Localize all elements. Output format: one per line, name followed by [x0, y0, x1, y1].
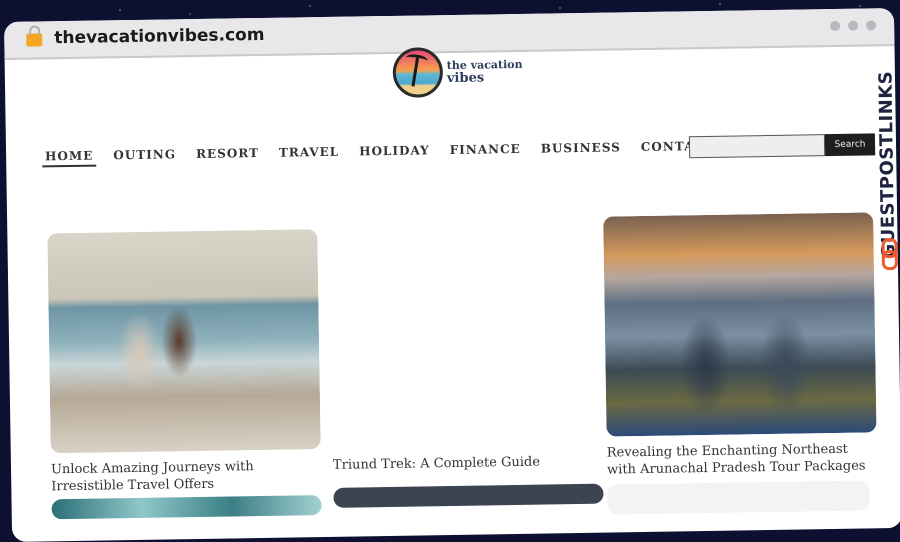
nav-outing[interactable]: OUTING [110, 147, 179, 166]
palm-beach-logo-icon [392, 47, 444, 98]
window-dot-icon[interactable] [848, 20, 859, 31]
search-input[interactable] [688, 134, 826, 159]
lock-icon [26, 33, 43, 47]
window-dot-icon[interactable] [830, 20, 841, 32]
logo-text-line2: vibes [446, 70, 485, 87]
nav-travel[interactable]: TRAVEL [276, 145, 343, 164]
post-title[interactable]: Revealing the Enchanting Northeast with … [607, 440, 880, 478]
post-image-placeholder [607, 480, 870, 515]
site-logo[interactable]: the vacation vibes [392, 46, 523, 98]
post-card[interactable]: Revealing the Enchanting Northeast with … [603, 212, 880, 515]
post-title[interactable]: Triund Trek: A Complete Guide [333, 453, 593, 474]
nav-home[interactable]: HOME [42, 148, 97, 168]
window-dot-icon[interactable] [866, 20, 877, 31]
nav-business[interactable]: BUSINESS [538, 140, 624, 159]
window-controls [830, 20, 877, 32]
nav-resort[interactable]: RESORT [193, 146, 262, 165]
url-text[interactable]: thevacationvibes.com [54, 25, 265, 48]
post-image-couple-mountain-sunset[interactable] [603, 212, 877, 437]
post-card[interactable]: Triund Trek: A Complete Guide [333, 445, 604, 508]
post-image[interactable] [333, 483, 604, 508]
browser-window: thevacationvibes.com the vacation vibes … [4, 8, 900, 542]
chain-link-icon [881, 237, 899, 271]
main-nav: HOME OUTING RESORT TRAVEL HOLIDAY FINANC… [42, 138, 744, 168]
nav-finance[interactable]: FINANCE [447, 142, 524, 161]
post-title[interactable]: Unlock Amazing Journeys with Irresistibl… [51, 458, 282, 496]
nav-holiday[interactable]: HOLIDAY [356, 143, 433, 162]
search-button[interactable]: Search [824, 133, 876, 157]
post-card[interactable]: Unlock Amazing Journeys with Irresistibl… [47, 229, 322, 520]
post-image-horse-riding-beach[interactable] [47, 229, 321, 454]
post-image[interactable] [51, 495, 322, 520]
search-form: Search [688, 133, 876, 159]
